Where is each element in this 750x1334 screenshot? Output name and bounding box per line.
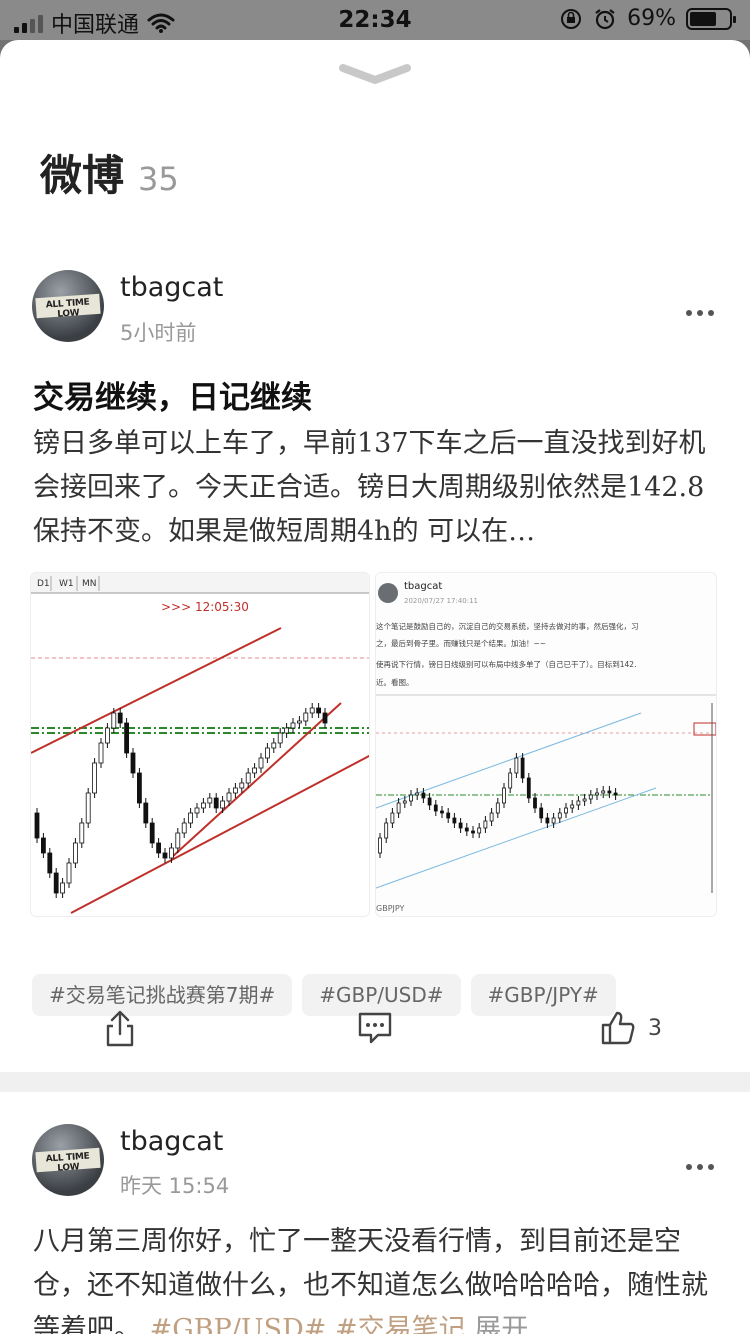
expand-link[interactable]: 展开 xyxy=(474,1314,528,1334)
post-card: ALL TIME LOW tbagcat 5小时前 交易继续，日记继续 镑日多单… xyxy=(0,40,750,1072)
post-card: ALL TIME LOW tbagcat 昨天 15:54 八月第三周你好，忙了… xyxy=(0,1092,750,1334)
status-bar: 中国联通 22:34 69% xyxy=(0,0,750,40)
more-icon[interactable] xyxy=(686,310,714,316)
chart-image-left[interactable]: D1 W1 MN >>> 12:05:30 xyxy=(30,572,370,917)
comment-icon xyxy=(358,1012,392,1044)
embed-line-4: 近。看图。 xyxy=(376,677,414,687)
post-title: 交易继续，日记继续 xyxy=(33,380,312,416)
post-time: 5小时前 xyxy=(120,321,197,345)
post-inline-tag[interactable]: #交易笔记 xyxy=(335,1314,466,1334)
battery-fill xyxy=(690,11,717,26)
chart-tab-w1: W1 xyxy=(59,579,74,589)
post-time: 昨天 15:54 xyxy=(120,1174,230,1198)
chart-image-right[interactable]: tbagcat 2020/07/27 17:40:11 这个笔记是鼓励自己的，沉… xyxy=(375,572,717,917)
comment-button[interactable] xyxy=(356,1010,394,1046)
embed-line-3: 使再说下行情，镑日日线级别可以布局中线多单了（自己已干了）。目标到142. xyxy=(376,659,636,669)
chart-tab-d1: D1 xyxy=(37,579,50,589)
chart-tab-mn: MN xyxy=(82,579,97,589)
embed-line-2: 之，最后到骨子里。而赚钱只是个结果。加油！~~ xyxy=(376,638,546,648)
embed-chart-label: GBPJPY xyxy=(376,904,405,913)
candles-right xyxy=(378,753,618,858)
thumbs-up-icon xyxy=(601,1011,635,1045)
avatar[interactable]: ALL TIME LOW xyxy=(32,270,104,342)
share-button[interactable] xyxy=(104,1010,136,1048)
alarm-icon xyxy=(595,8,615,29)
post-actions: 3 xyxy=(0,1010,750,1058)
more-icon[interactable] xyxy=(686,1164,714,1170)
share-icon xyxy=(106,1010,134,1047)
post-inline-tag[interactable]: #GBP/USD# xyxy=(150,1314,327,1334)
avatar[interactable]: ALL TIME LOW xyxy=(32,1124,104,1196)
post-username[interactable]: tbagcat xyxy=(120,1126,223,1157)
weibo-sheet: 微博 35 ALL TIME LOW tbagcat 5小时前 交易继续，日记继… xyxy=(0,40,750,1334)
post-body[interactable]: 八月第三周你好，忙了一整天没看行情，到目前还是空仓，还不知道做什么，也不知道怎么… xyxy=(33,1220,723,1334)
post-body[interactable]: 镑日多单可以上车了，早前137下车之后一直没找到好机会接回来了。今天正合适。镑日… xyxy=(33,422,723,554)
status-right: 69% xyxy=(559,6,736,31)
like-count: 3 xyxy=(648,1015,662,1041)
battery-percent: 69% xyxy=(627,6,676,31)
post-username[interactable]: tbagcat xyxy=(120,272,223,303)
embed-username: tbagcat xyxy=(404,581,442,592)
embed-time: 2020/07/27 17:40:11 xyxy=(404,597,478,605)
embed-line-1: 这个笔记是鼓励自己的，沉淀自己的交易系统，坚持去做对的事，然后强化，习 xyxy=(376,621,639,631)
like-button[interactable]: 3 xyxy=(600,1010,662,1046)
chart-timer: >>> 12:05:30 xyxy=(161,600,249,614)
battery-icon xyxy=(686,7,736,30)
post-divider xyxy=(0,1072,750,1092)
rotation-lock-icon xyxy=(561,8,582,29)
